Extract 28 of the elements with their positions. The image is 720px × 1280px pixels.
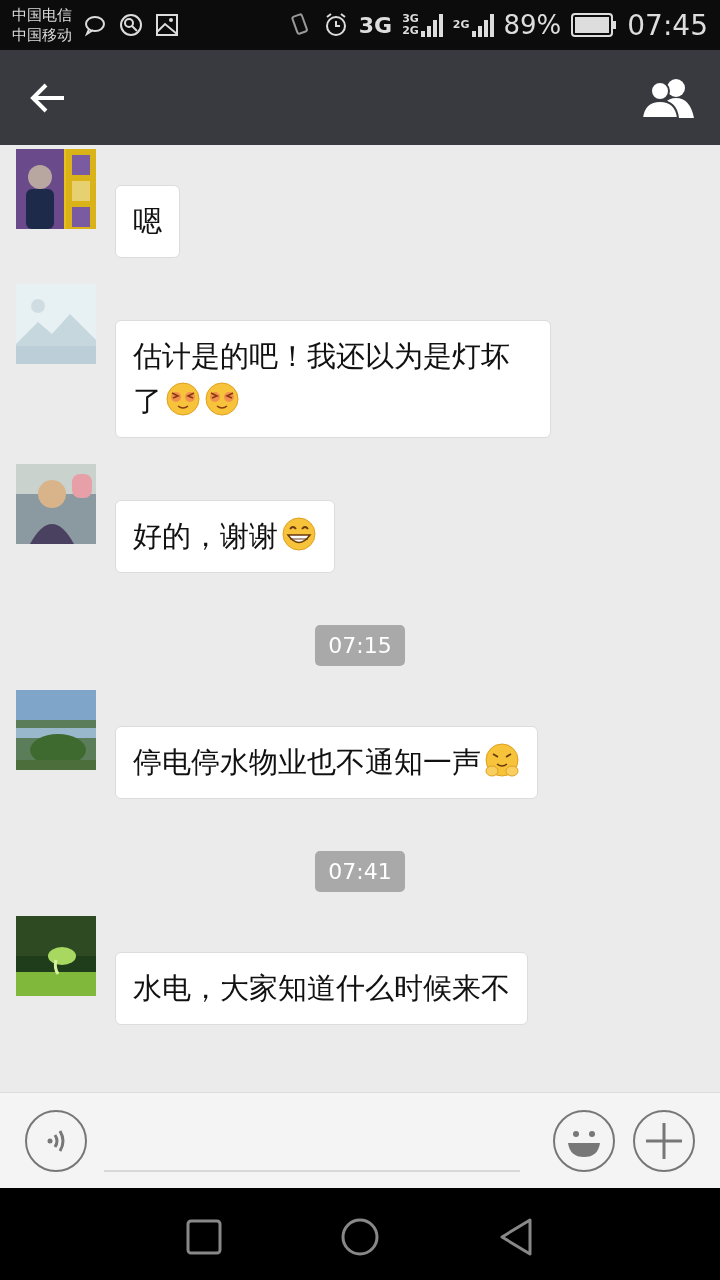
network-label: 2G: [402, 25, 419, 37]
network-label: 2G: [452, 19, 470, 31]
emoji-button[interactable]: [552, 1108, 616, 1173]
message-bubble[interactable]: 停电停水物业也不通知一声: [115, 726, 538, 799]
back-icon[interactable]: [30, 81, 66, 114]
signal-icon: [420, 13, 443, 37]
message-bubble[interactable]: 估计是的吧！我还以为是灯坏了: [115, 320, 551, 438]
signal-icon: [471, 13, 494, 37]
carrier-name: 中国电信: [12, 5, 72, 25]
plus-button[interactable]: [632, 1108, 696, 1173]
network-label: 3G: [402, 13, 419, 25]
battery-icon: [571, 13, 618, 37]
circle-icon: [118, 12, 144, 38]
battery-percent: 89%: [503, 10, 562, 40]
home-icon[interactable]: [340, 1216, 380, 1257]
back-icon[interactable]: [498, 1216, 534, 1257]
network-type: 3G: [358, 12, 393, 38]
group-icon[interactable]: [640, 77, 696, 118]
timestamp: 07:41: [315, 851, 405, 892]
timestamp: 07:15: [315, 625, 405, 666]
message-bubble[interactable]: 好的，谢谢: [115, 500, 335, 573]
image-icon: [154, 12, 180, 38]
clock: 07:45: [627, 8, 708, 42]
recents-icon[interactable]: [186, 1218, 222, 1255]
voice-button[interactable]: [24, 1108, 88, 1173]
carrier-name: 中国移动: [12, 25, 72, 45]
message-bubble[interactable]: 嗯: [115, 185, 180, 258]
message-bubble[interactable]: 水电，大家知道什么时候来不: [115, 952, 528, 1025]
